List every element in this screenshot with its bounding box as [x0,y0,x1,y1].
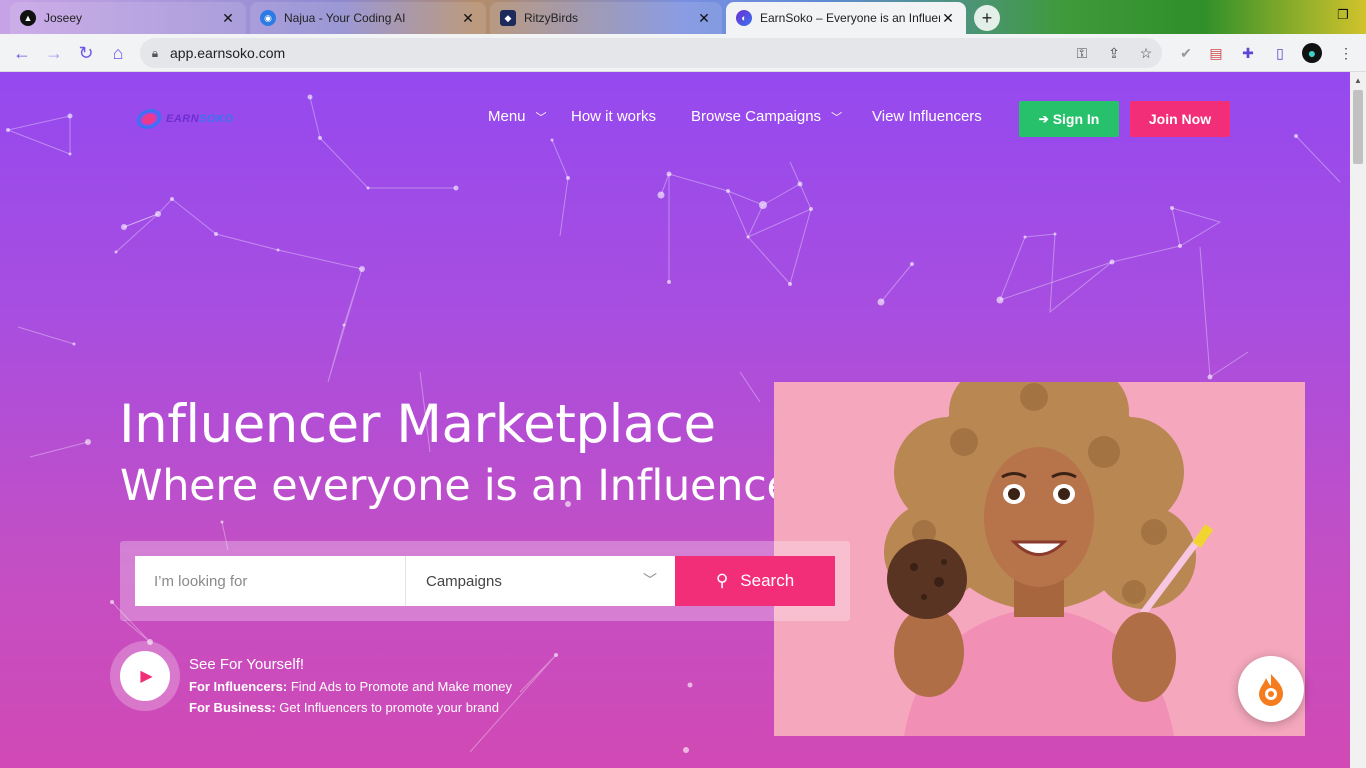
browser-toolbar: ← → ↻ ⌂ 🔒︎ app.earnsoko.com ⚿ ⇪ ☆ ✔ ▤ ✚ … [0,34,1366,72]
search-button[interactable]: ⚲ Search [675,556,835,606]
lock-icon[interactable]: 🔒︎ [140,46,170,61]
join-now-label: Join Now [1148,111,1212,127]
bird-logo-icon: ◆ [500,10,516,26]
earnsoko-logo[interactable]: EARNSOKO [136,106,234,132]
logo-text-earn: EARN [166,113,200,125]
tab-title: EarnSoko – Everyone is an Influencer [760,11,940,25]
extension-check-icon[interactable]: ✔ [1176,43,1196,63]
bookmark-star-icon[interactable]: ☆ [1130,45,1162,62]
page-scrollbar[interactable]: ▲ [1350,72,1366,768]
reload-icon[interactable]: ↻ [74,41,98,65]
chevron-down-icon: ﹀ [831,111,843,124]
join-now-button[interactable]: Join Now [1130,101,1230,137]
hero-image [774,382,1305,736]
scrollbar-thumb[interactable] [1353,90,1363,164]
tab-title: Najua - Your Coding AI [284,11,406,25]
tab-title: Joseey [44,11,83,25]
promo-heading: See For Yourself! [189,656,305,673]
sign-in-icon: ➔ [1038,112,1049,126]
nav-menu-label: Menu [488,108,526,125]
nav-view-influencers[interactable]: View Influencers [872,108,982,125]
category-select-value: Campaigns [426,572,502,590]
scroll-up-icon[interactable]: ▲ [1350,72,1366,88]
tab-title: RitzyBirds [524,11,579,25]
nav-browse-label: Browse Campaigns [691,108,822,125]
chat-flame-icon [1259,674,1283,706]
chevron-down-icon: ﹀ [643,572,657,588]
hero-title: Influencer Marketplace [119,394,716,455]
eye-logo-icon: ◉ [260,10,276,26]
category-select[interactable]: Campaigns ﹀ [405,556,675,606]
chevron-down-icon: ﹀ [535,111,547,124]
key-icon[interactable]: ⚿ [1066,45,1098,62]
search-input[interactable] [135,556,405,606]
earnsoko-logo-icon [136,109,162,129]
new-tab-button[interactable]: + [974,5,1000,31]
promo-business-label: For Business: [189,700,276,715]
address-bar[interactable]: 🔒︎ app.earnsoko.com ⚿ ⇪ ☆ [140,38,1162,68]
webpage: EARNSOKO Menu ﹀ How it works Browse Camp… [0,72,1350,768]
promo-business-text: Get Influencers to promote your brand [275,700,499,715]
close-icon[interactable]: ✕ [696,10,712,27]
profile-avatar-icon[interactable]: ● [1302,43,1322,63]
nav-how-label: How it works [571,108,657,125]
play-icon: ▶ [120,651,170,701]
nav-influencers-label: View Influencers [872,108,982,125]
share-icon[interactable]: ⇪ [1098,45,1130,62]
side-panel-icon[interactable]: ▯ [1270,43,1290,63]
close-icon[interactable]: ✕ [460,10,476,27]
home-icon[interactable]: ⌂ [106,41,130,65]
search-icon: ⚲ [715,571,729,590]
logo-wordmark: EARNSOKO [166,113,234,125]
puzzle-extensions-icon[interactable]: ✚ [1238,43,1258,63]
promo-business-line: For Business: Get Influencers to promote… [189,700,499,715]
play-video-button[interactable]: ▶ [110,641,180,711]
sign-in-button[interactable]: ➔ Sign In [1019,101,1119,137]
browser-tab[interactable]: ◆ RitzyBirds ✕ [490,2,722,34]
nav-menu[interactable]: Menu ﹀ [488,108,547,125]
extension-cast-icon[interactable]: ▤ [1206,43,1226,63]
woman-with-cookie-and-toothbrush-illustration [774,382,1305,736]
nav-browse-campaigns[interactable]: Browse Campaigns ﹀ [691,108,842,125]
logo-text-soko: SOKO [199,113,234,125]
promo-influencers-line: For Influencers: Find Ads to Promote and… [189,679,512,694]
more-menu-icon[interactable]: ⋮ [1336,43,1356,63]
browser-tab[interactable]: ◉ Najua - Your Coding AI ✕ [250,2,486,34]
browser-tab-active[interactable]: ◐ EarnSoko – Everyone is an Influencer ✕ [726,2,966,34]
promo-influencers-label: For Influencers: [189,679,288,694]
chat-widget-button[interactable] [1238,656,1304,722]
browser-tab-strip: ▲ Joseey ✕ ◉ Najua - Your Coding AI ✕ ◆ … [0,0,1366,34]
nav-how-it-works[interactable]: How it works [571,108,656,125]
search-button-label: Search [740,571,795,590]
hero-subtitle: Where everyone is an Influencer [120,461,810,511]
earnsoko-logo-icon: ◐ [736,10,752,26]
promo-influencers-text: Find Ads to Promote and Make money [287,679,512,694]
sign-in-label: Sign In [1052,111,1100,127]
close-icon[interactable]: ✕ [940,10,956,27]
triangle-logo-icon: ▲ [20,10,36,26]
browser-tab[interactable]: ▲ Joseey ✕ [10,2,246,34]
window-controls: ❐ [1320,0,1366,30]
close-icon[interactable]: ✕ [220,10,236,27]
back-icon[interactable]: ← [10,41,34,65]
restore-window-icon[interactable]: ❐ [1320,0,1366,30]
url-text[interactable]: app.earnsoko.com [170,45,1066,61]
forward-icon[interactable]: → [42,41,66,65]
search-panel: Campaigns ﹀ ⚲ Search [120,541,850,621]
